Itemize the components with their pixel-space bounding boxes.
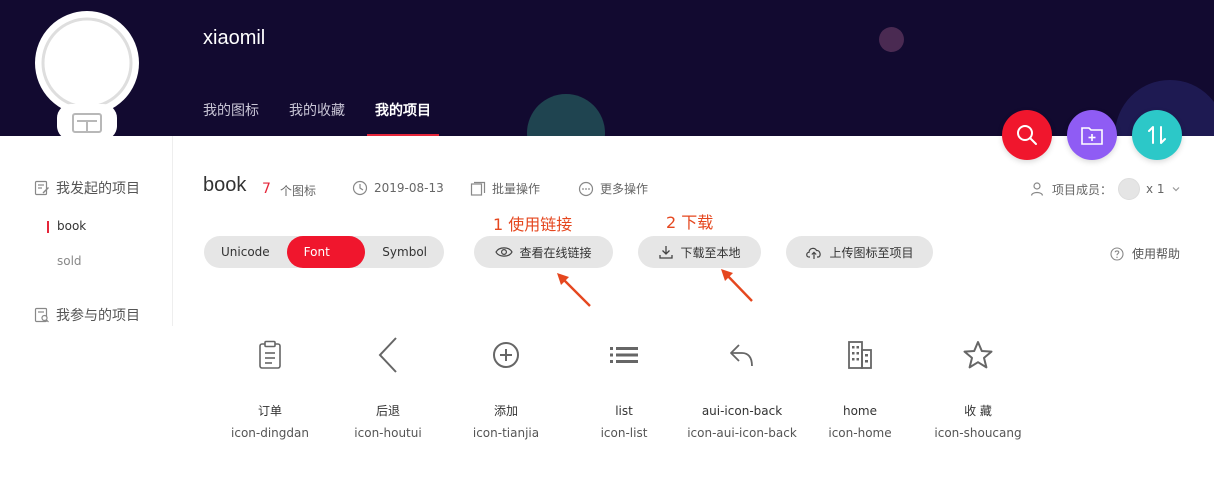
- list-icon: [610, 347, 638, 363]
- header-tabs: 我的图标 我的收藏 我的项目: [203, 100, 439, 136]
- cloud-upload-icon: [806, 247, 822, 259]
- download-label: 下载至本地: [680, 245, 741, 260]
- project-members[interactable]: 项目成员： x 1: [1030, 178, 1181, 200]
- star-icon: [963, 341, 993, 369]
- document-search-icon: [34, 307, 49, 323]
- add-circle-icon: [493, 342, 519, 368]
- help-link[interactable]: 使用帮助: [1110, 245, 1180, 262]
- tab-my-icons[interactable]: 我的图标: [203, 100, 259, 136]
- tab-my-projects[interactable]: 我的项目: [367, 100, 439, 136]
- project-title: book: [203, 174, 247, 196]
- sidebar-item-book[interactable]: book: [46, 219, 86, 233]
- project-date: 2019-08-13: [352, 180, 444, 196]
- icon-class: icon-list: [600, 426, 648, 440]
- icon-name: 后退: [375, 404, 400, 418]
- upload-icons-button[interactable]: 上传图标至项目: [786, 236, 933, 268]
- sidebar-group-label: 我发起的项目: [56, 181, 140, 197]
- members-count: x 1: [1146, 182, 1165, 196]
- icon-card[interactable]: aui-icon-back icon-aui-icon-back: [683, 335, 801, 444]
- clock-icon: [352, 180, 368, 196]
- more-operations-label: 更多操作: [600, 182, 649, 196]
- project-date-text: 2019-08-13: [374, 181, 444, 195]
- icon-name: aui-icon-back: [701, 404, 783, 418]
- search-button[interactable]: [1002, 110, 1052, 160]
- sidebar-group-created: 我发起的项目: [34, 178, 140, 198]
- icon-class: icon-aui-icon-back: [687, 426, 797, 440]
- icon-card[interactable]: 添加 icon-tianjia: [447, 335, 565, 444]
- help-circle-icon: [1110, 246, 1124, 261]
- clipboard-icon: [259, 340, 281, 369]
- icon-name: 添加: [493, 404, 518, 418]
- sidebar-group-label: 我参与的项目: [56, 308, 140, 324]
- sidebar-item-sold[interactable]: sold: [57, 254, 82, 268]
- more-operations-button[interactable]: 更多操作: [578, 180, 648, 197]
- astronaut-avatar-icon: [35, 11, 139, 140]
- icon-card[interactable]: list icon-list: [565, 335, 683, 444]
- icon-class: icon-dingdan: [231, 426, 309, 440]
- building-icon: [848, 341, 872, 369]
- eye-icon: [495, 247, 514, 257]
- back-chevron-icon: [378, 337, 397, 373]
- sort-arrows-icon: [1148, 126, 1166, 144]
- batch-operation-label: 批量操作: [492, 182, 541, 196]
- avatar[interactable]: [33, 8, 141, 140]
- view-online-label: 查看在线链接: [519, 245, 592, 260]
- sidebar-group-joined: 我参与的项目: [34, 305, 140, 325]
- sort-button[interactable]: [1132, 110, 1182, 160]
- icon-name: 收 藏: [964, 404, 992, 418]
- tab-unicode[interactable]: Unicode: [204, 236, 287, 268]
- decor-planet: [527, 94, 605, 136]
- batch-operation-button[interactable]: 批量操作: [470, 180, 540, 197]
- icon-name: home: [842, 404, 878, 418]
- view-online-link-button[interactable]: 查看在线链接: [474, 236, 613, 268]
- search-icon: [1017, 125, 1037, 145]
- help-label: 使用帮助: [1132, 247, 1181, 261]
- more-dots-icon: [578, 181, 594, 196]
- icon-count-unit: 个图标: [280, 184, 317, 198]
- icon-name: 订单: [257, 404, 282, 418]
- annotation-download: 2 下载: [666, 213, 714, 232]
- code-type-switch: Unicode Font class Symbol: [204, 236, 444, 291]
- icon-class: icon-houtui: [354, 426, 422, 440]
- download-icon: [659, 246, 674, 259]
- username: xiaomil: [203, 27, 266, 49]
- icon-name: list: [615, 404, 633, 418]
- new-project-button[interactable]: [1067, 110, 1117, 160]
- icon-class: icon-tianjia: [472, 426, 540, 440]
- upload-label: 上传图标至项目: [829, 245, 914, 260]
- icon-card[interactable]: 后退 icon-houtui: [329, 335, 447, 444]
- annotation-use-link: 1 使用链接: [493, 215, 573, 234]
- icon-card[interactable]: 订单 icon-dingdan: [211, 335, 329, 444]
- decor-planet: [879, 27, 904, 52]
- tab-font-class[interactable]: Font class: [286, 236, 366, 291]
- batch-grid-icon: [470, 181, 486, 196]
- tab-my-favorites[interactable]: 我的收藏: [289, 100, 345, 136]
- icon-class: icon-shoucang: [934, 426, 1022, 440]
- icon-class: icon-home: [828, 426, 892, 440]
- sidebar: 我发起的项目 book sold 我参与的项目: [0, 136, 173, 326]
- members-label: 项目成员：: [1052, 182, 1113, 197]
- chevron-down-icon: [1172, 187, 1180, 192]
- folder-add-icon: [1081, 127, 1103, 145]
- icon-card[interactable]: 收 藏 icon-shoucang: [919, 335, 1037, 444]
- tab-symbol[interactable]: Symbol: [365, 236, 444, 268]
- annotation-arrow-icon: [721, 269, 753, 302]
- icon-card[interactable]: home icon-home: [801, 335, 919, 444]
- reply-arrow-icon: [730, 344, 753, 367]
- user-icon: [1030, 182, 1044, 196]
- annotation-arrow-icon: [557, 273, 591, 307]
- edit-document-icon: [34, 180, 49, 196]
- icon-count: 7: [262, 181, 271, 197]
- member-avatar: [1118, 178, 1141, 200]
